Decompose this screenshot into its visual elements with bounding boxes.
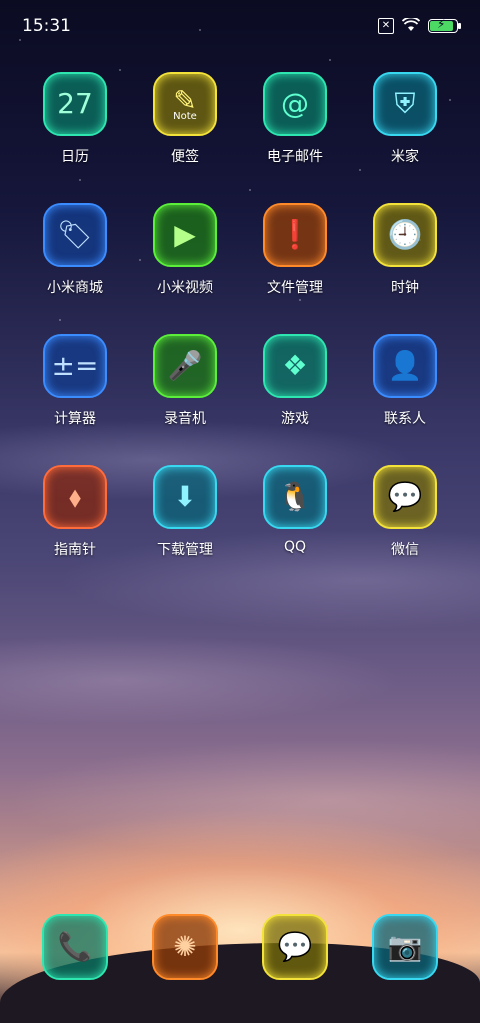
app-label: QQ [283,539,307,555]
compass-browser-icon: ✺ [152,914,218,980]
qq-penguin-icon: 🐧 [263,465,327,529]
dock-camera[interactable]: 📷 [350,914,460,980]
battery-charging-icon: ⚡ [428,17,461,33]
download-icon: ⬇ [153,465,217,529]
calculator-icon: ±= [43,334,107,398]
app-mijia[interactable]: ⛨ 米家 [350,72,460,203]
app-label: 下载管理 [157,542,213,558]
app-label: 电子邮件 [267,149,323,165]
mijia-shield-icon: ⛨ [373,72,437,136]
status-icons: ✕ ⚡ [378,16,461,36]
app-label: 游戏 [281,411,309,427]
app-qq[interactable]: 🐧 QQ [240,465,350,596]
app-label: 文件管理 [267,280,323,296]
file-clip-icon: ❗ [263,203,327,267]
dock-messages[interactable]: 💬 [240,914,350,980]
app-label: 计算器 [54,411,96,427]
app-label: 录音机 [164,411,206,427]
app-label: 小米视频 [157,280,213,296]
app-wechat[interactable]: 💬 微信 [350,465,460,596]
app-recorder[interactable]: 🎤 录音机 [130,334,240,465]
app-label: 时钟 [391,280,419,296]
wechat-icon: 💬 [373,465,437,529]
status-bar: 15:31 ✕ ⚡ [0,0,480,52]
app-label: 小米商城 [47,280,103,296]
app-label: 微信 [391,542,419,558]
camera-icon: 📷 [372,914,438,980]
app-notes[interactable]: ✎ Note 便签 [130,72,240,203]
app-downloads[interactable]: ⬇ 下载管理 [130,465,240,596]
no-sim-icon: ✕ [378,18,394,34]
message-icon: 💬 [262,914,328,980]
app-label: 日历 [61,149,89,165]
compass-needle-icon: ⬧ [43,465,107,529]
app-mi-video[interactable]: ▶ 小米视频 [130,203,240,334]
app-compass[interactable]: ⬧ 指南针 [20,465,130,596]
dock: 📞 ✺ 💬 📷 [20,914,460,980]
app-label: 联系人 [384,411,426,427]
clock-icon: 🕘 [373,203,437,267]
play-icon: ▶ [153,203,217,267]
person-icon: 👤 [373,334,437,398]
app-label: 便签 [171,149,199,165]
app-label: 米家 [391,149,419,165]
app-clock[interactable]: 🕘 时钟 [350,203,460,334]
app-calendar[interactable]: 27 日历 [20,72,130,203]
app-email[interactable]: @ 电子邮件 [240,72,350,203]
app-file-manager[interactable]: ❗ 文件管理 [240,203,350,334]
calendar-icon: 27 [43,72,107,136]
status-time: 15:31 [22,16,71,36]
dock-browser[interactable]: ✺ [130,914,240,980]
box-icon: ❖ [263,334,327,398]
app-label: 指南针 [54,542,96,558]
app-calculator[interactable]: ±= 计算器 [20,334,130,465]
app-games[interactable]: ❖ 游戏 [240,334,350,465]
wifi-icon [401,16,421,36]
app-mi-store[interactable]: 🏷 小米商城 [20,203,130,334]
at-icon: @ [263,72,327,136]
phone-icon: 📞 [42,914,108,980]
app-contacts[interactable]: 👤 联系人 [350,334,460,465]
tag-icon: 🏷 [43,203,107,267]
microphone-icon: 🎤 [153,334,217,398]
app-grid: 27 日历 ✎ Note 便签 @ 电子邮件 ⛨ 米家 🏷 小米商城 ▶ 小米视频… [20,72,460,596]
dropper-note-icon: ✎ Note [153,72,217,136]
dock-phone[interactable]: 📞 [20,914,130,980]
